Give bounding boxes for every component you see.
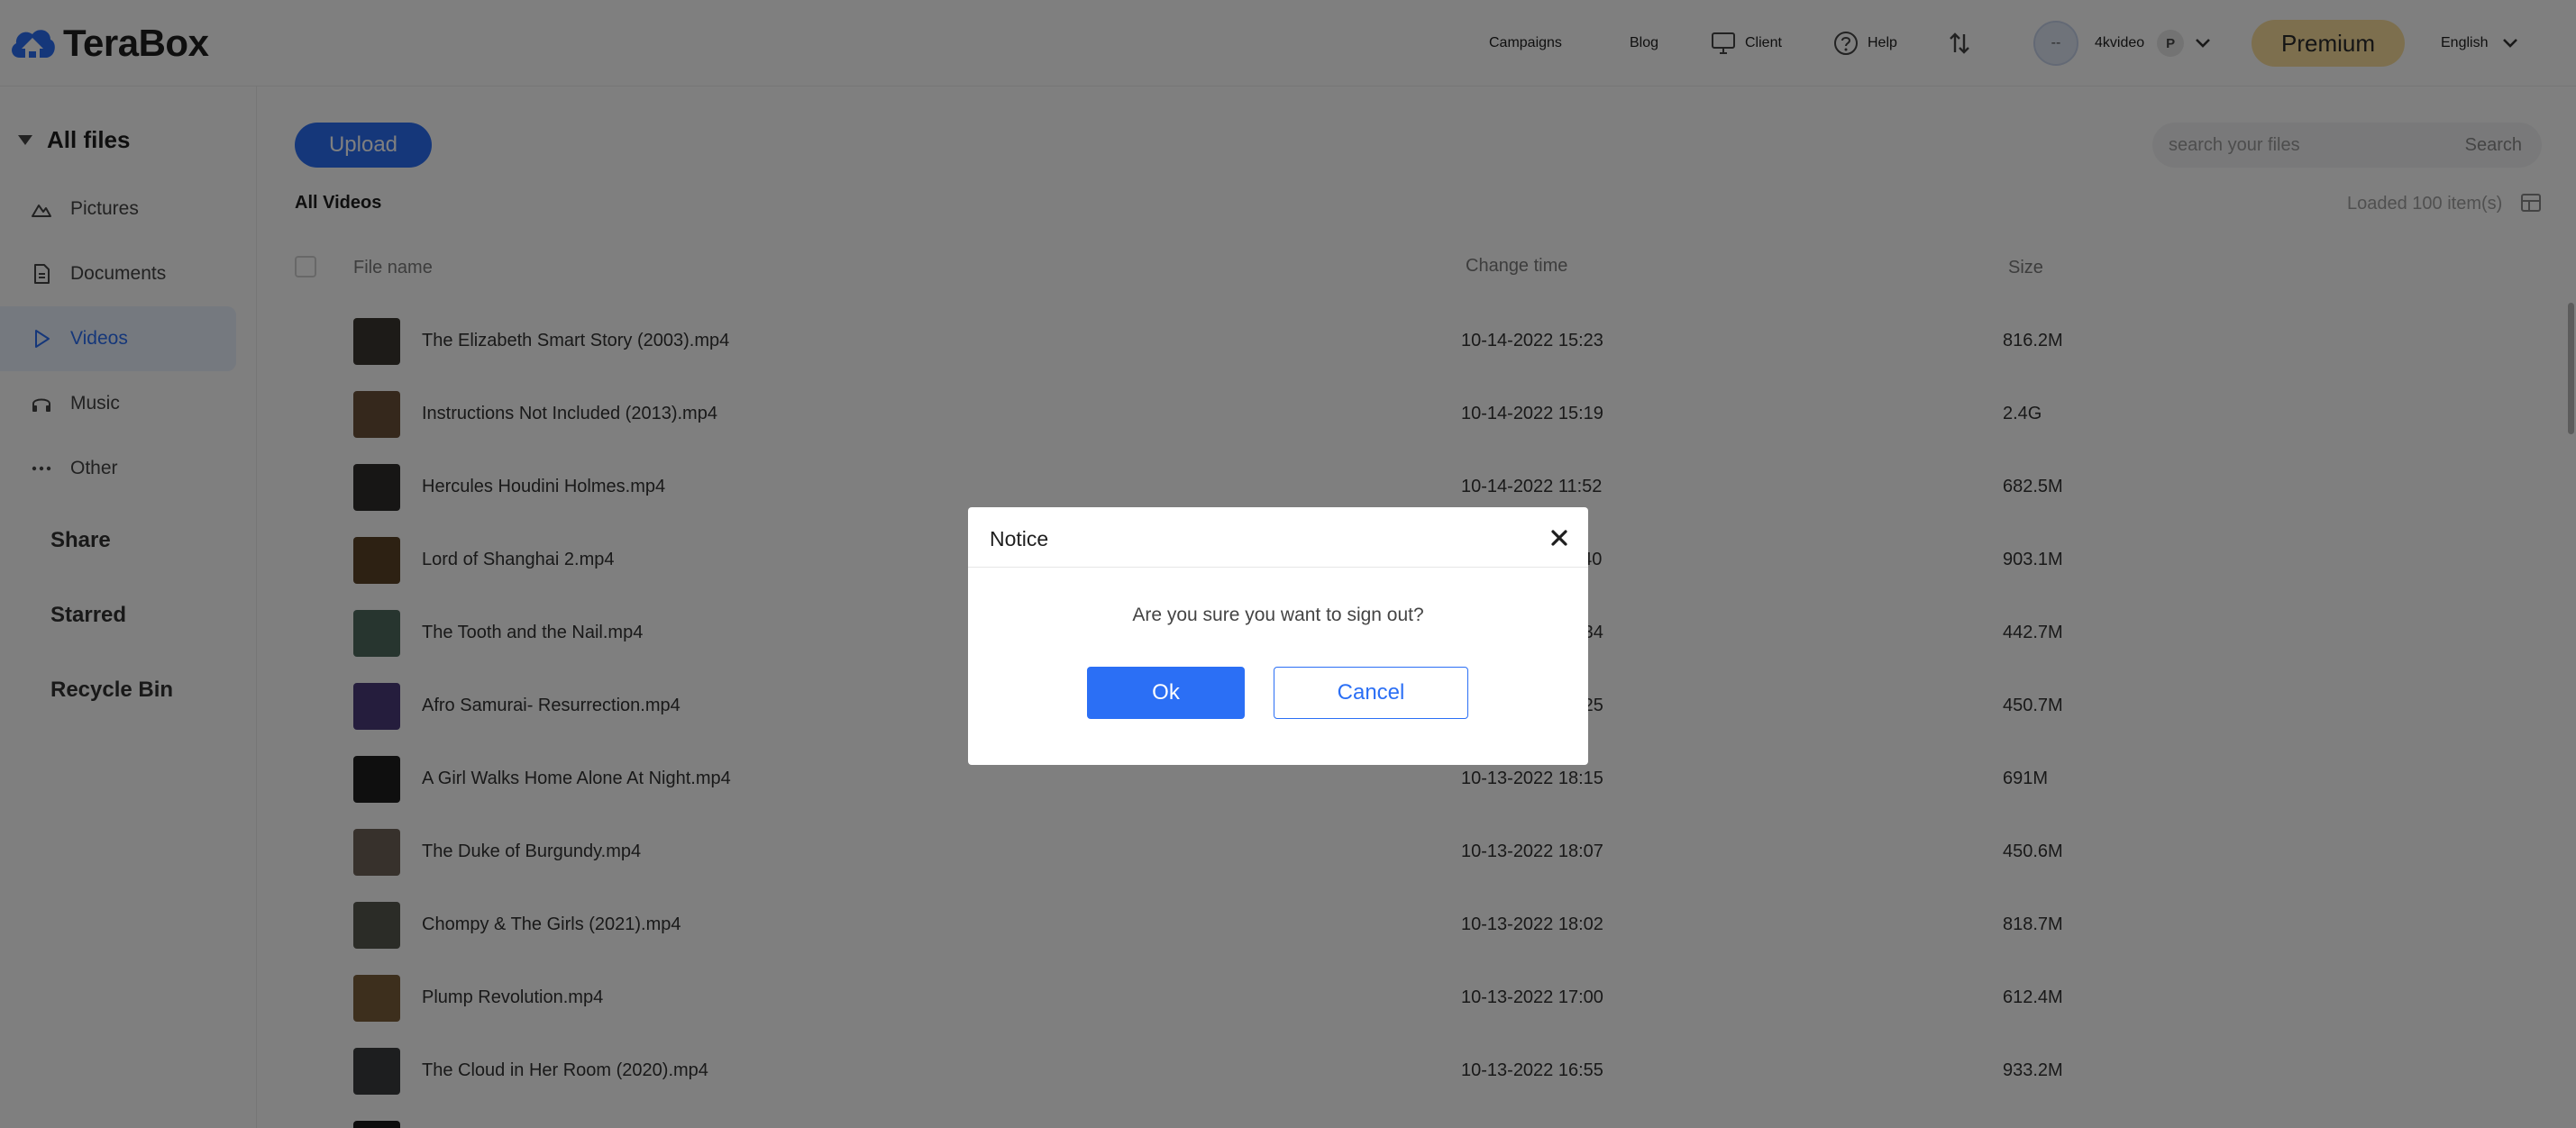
dialog-title: Notice <box>990 527 1049 550</box>
dialog-message: Are you sure you want to sign out? <box>1132 605 1424 625</box>
close-icon[interactable] <box>1545 523 1574 552</box>
cancel-label: Cancel <box>1337 680 1405 705</box>
dialog-divider <box>968 567 1588 568</box>
sign-out-dialog: Notice Are you sure you want to sign out… <box>968 507 1588 765</box>
ok-label: Ok <box>1152 680 1180 705</box>
cancel-button[interactable]: Cancel <box>1274 667 1468 719</box>
ok-button[interactable]: Ok <box>1087 667 1245 719</box>
